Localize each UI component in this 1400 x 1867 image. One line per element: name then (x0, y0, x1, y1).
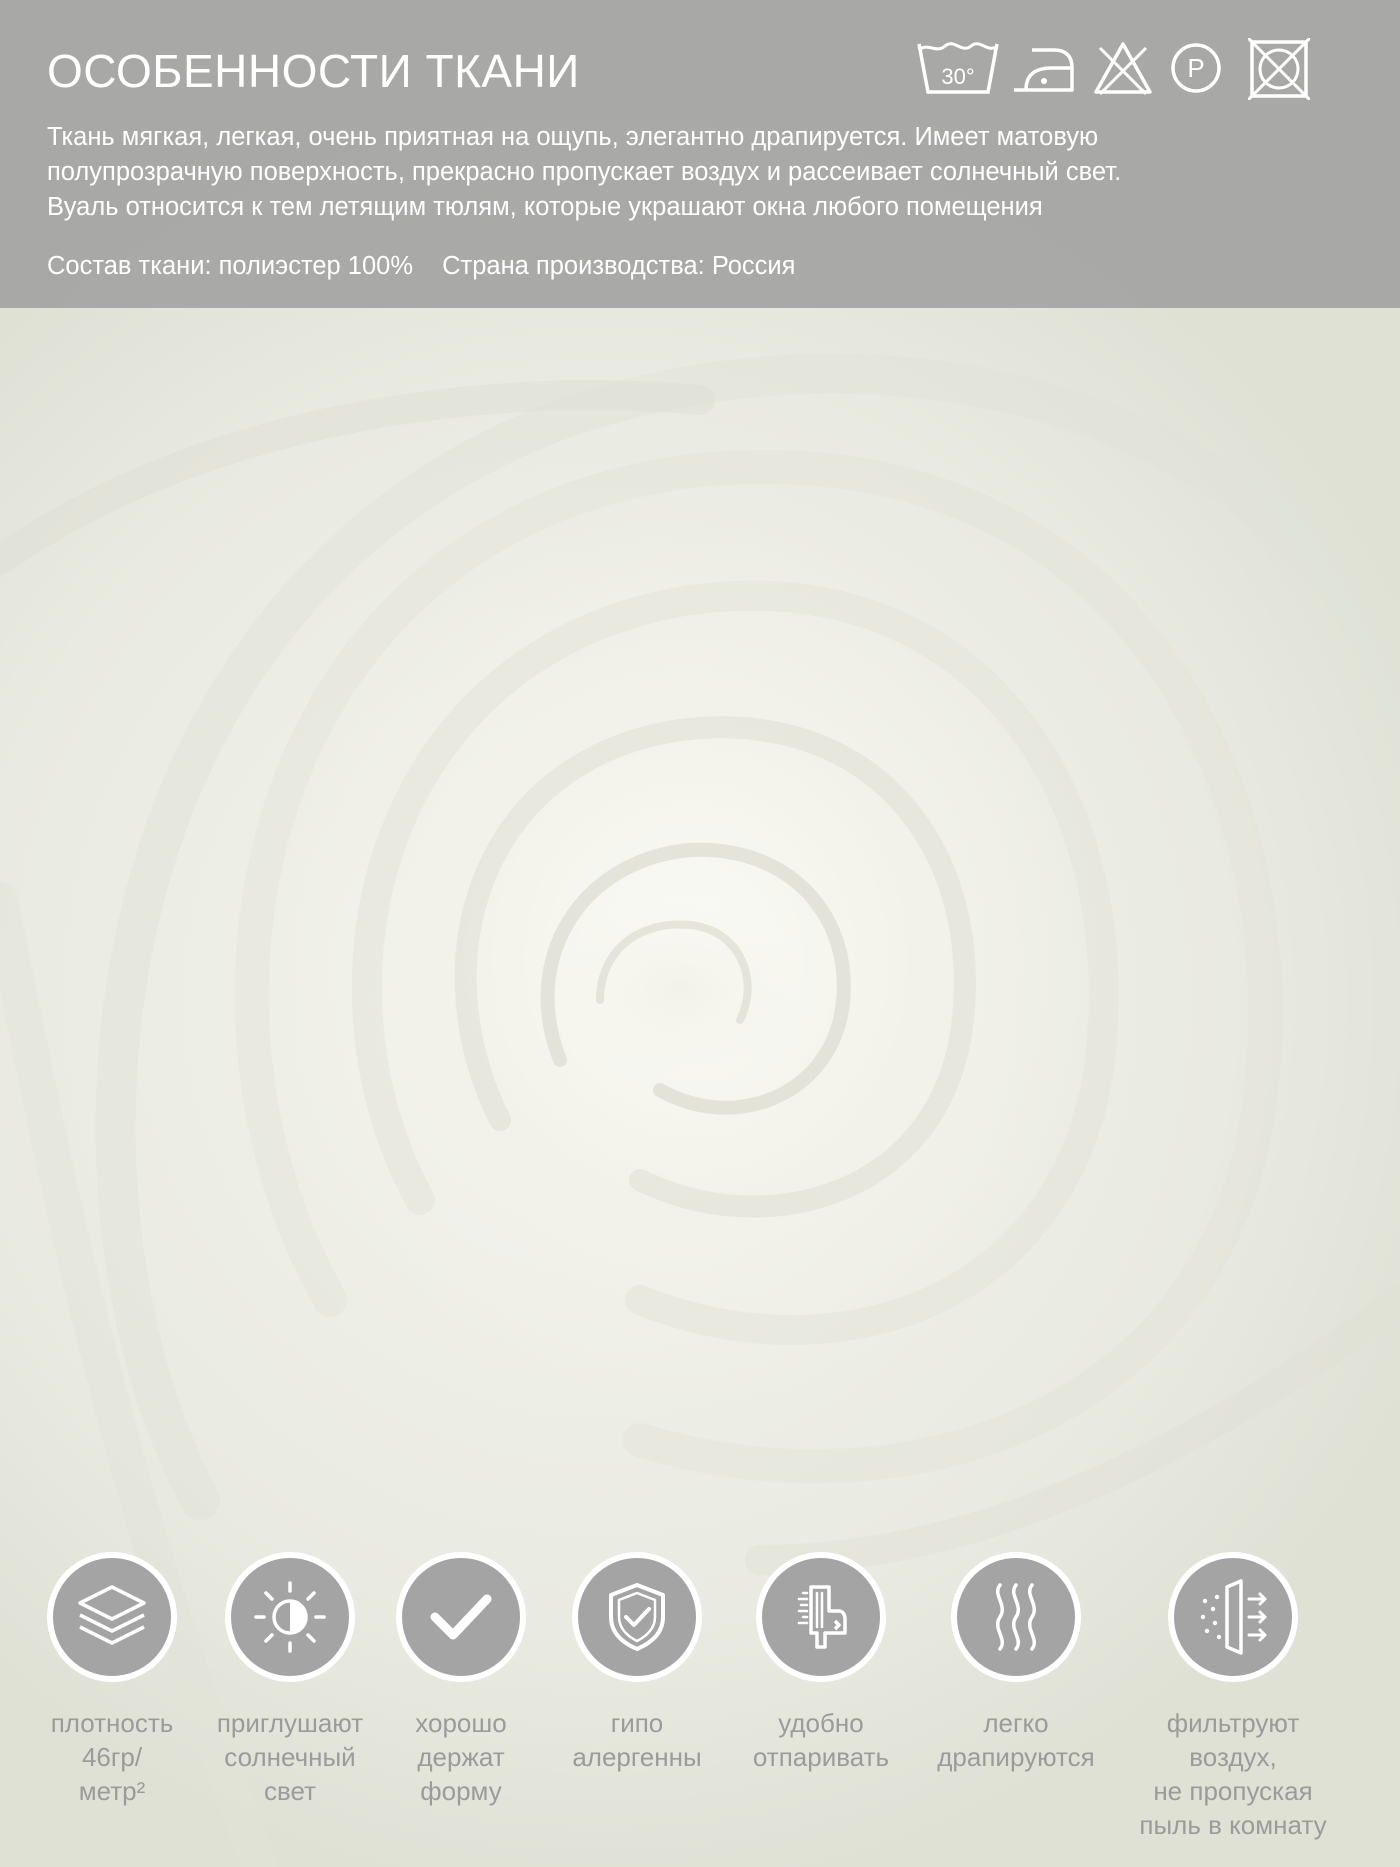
description-line: полупрозрачную поверхность, прекрасно пр… (47, 158, 1122, 186)
sun-shade-icon (225, 1552, 355, 1682)
feature-label: легко драпируются (937, 1708, 1095, 1772)
fabric-features-panel: ОСОБЕННОСТИ ТКАНИ Ткань мягкая, легкая, … (0, 0, 1400, 308)
feature-label: плотность 46гр/ метр² (50, 1708, 174, 1806)
feature-label: приглушают солнечный свет (216, 1708, 364, 1806)
iron-low-icon (1012, 44, 1074, 112)
feature-steam: удобно отпаривать (721, 1552, 921, 1774)
dry-clean-letter: P (1187, 53, 1204, 83)
no-bleach-icon (1092, 40, 1154, 108)
feature-label: удобно отпаривать (752, 1708, 890, 1772)
dry-clean-p-icon: P (1170, 42, 1222, 110)
country-text: Страна производства: Россия (442, 252, 796, 280)
feature-label: гипо алергенны (572, 1708, 702, 1772)
feature-air-filter: фильтруют воздух, не пропуская пыль в ко… (1121, 1552, 1345, 1842)
description-line: Вуаль относится к тем летящим тюлям, кот… (47, 193, 1043, 221)
feature-density: плотность 46гр/ метр² (12, 1552, 212, 1808)
waves-icon (951, 1552, 1081, 1682)
fabric-meta: Состав ткани: полиэстер 100% Страна прои… (47, 252, 795, 281)
steamer-icon (756, 1552, 886, 1682)
feature-sun: приглушают солнечный свет (190, 1552, 390, 1808)
page-title: ОСОБЕННОСТИ ТКАНИ (47, 45, 580, 97)
layers-icon (47, 1552, 177, 1682)
description-line: Ткань мягкая, легкая, очень приятная на … (47, 123, 1099, 151)
fabric-description: Ткань мягкая, легкая, очень приятная на … (47, 120, 1377, 225)
air-filter-icon (1168, 1552, 1298, 1682)
wash-temperature: 30° (941, 64, 974, 89)
composition-text: Состав ткани: полиэстер 100% (47, 252, 414, 280)
feature-hypoallergenic: гипо алергенны (537, 1552, 737, 1774)
feature-label: фильтруют воздух, не пропуская пыль в ко… (1139, 1708, 1327, 1840)
checkmark-icon (396, 1552, 526, 1682)
wash-30-icon: 30° (916, 38, 1000, 106)
feature-drape: легко драпируются (916, 1552, 1116, 1774)
feature-label: хорошо держат форму (415, 1708, 507, 1806)
feature-shape: хорошо держат форму (361, 1552, 561, 1808)
no-tumble-dry-icon (1248, 38, 1310, 106)
shield-check-icon (572, 1552, 702, 1682)
